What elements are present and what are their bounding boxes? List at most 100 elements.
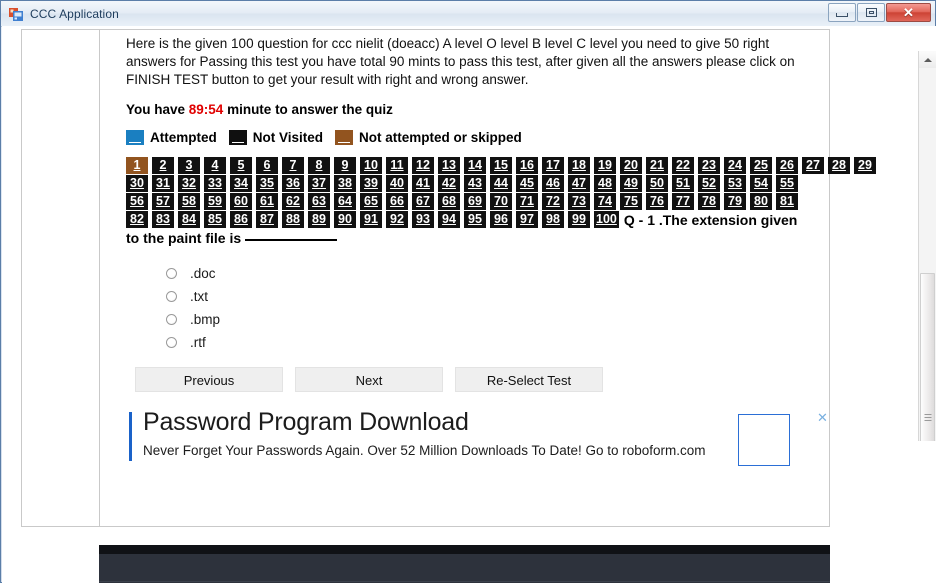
radio-button-doc[interactable] bbox=[166, 268, 177, 279]
ad-close-icon[interactable]: ✕ bbox=[817, 411, 828, 424]
question-number-2[interactable]: 2 bbox=[152, 157, 174, 174]
question-number-88[interactable]: 88 bbox=[282, 211, 304, 228]
question-number-66[interactable]: 66 bbox=[386, 193, 408, 210]
question-number-27[interactable]: 27 bbox=[802, 157, 824, 174]
question-number-31[interactable]: 31 bbox=[152, 175, 174, 192]
scroll-up-button[interactable] bbox=[919, 51, 936, 68]
question-number-30[interactable]: 30 bbox=[126, 175, 148, 192]
option-row-2[interactable]: .txt bbox=[166, 285, 816, 308]
question-number-42[interactable]: 42 bbox=[438, 175, 460, 192]
question-number-90[interactable]: 90 bbox=[334, 211, 356, 228]
question-number-34[interactable]: 34 bbox=[230, 175, 252, 192]
question-number-64[interactable]: 64 bbox=[334, 193, 356, 210]
question-number-67[interactable]: 67 bbox=[412, 193, 434, 210]
question-number-6[interactable]: 6 bbox=[256, 157, 278, 174]
question-number-60[interactable]: 60 bbox=[230, 193, 252, 210]
question-number-62[interactable]: 62 bbox=[282, 193, 304, 210]
question-number-76[interactable]: 76 bbox=[646, 193, 668, 210]
question-number-9[interactable]: 9 bbox=[334, 157, 356, 174]
question-number-48[interactable]: 48 bbox=[594, 175, 616, 192]
question-number-35[interactable]: 35 bbox=[256, 175, 278, 192]
question-number-77[interactable]: 77 bbox=[672, 193, 694, 210]
question-number-97[interactable]: 97 bbox=[516, 211, 538, 228]
advertisement-banner[interactable]: Password Program Download Never Forget Y… bbox=[129, 408, 829, 475]
question-number-40[interactable]: 40 bbox=[386, 175, 408, 192]
question-number-71[interactable]: 71 bbox=[516, 193, 538, 210]
radio-button-bmp[interactable] bbox=[166, 314, 177, 325]
option-row-3[interactable]: .bmp bbox=[166, 308, 816, 331]
question-number-28[interactable]: 28 bbox=[828, 157, 850, 174]
question-number-59[interactable]: 59 bbox=[204, 193, 226, 210]
question-number-84[interactable]: 84 bbox=[178, 211, 200, 228]
option-row-1[interactable]: .doc bbox=[166, 262, 816, 285]
question-number-8[interactable]: 8 bbox=[308, 157, 330, 174]
question-number-74[interactable]: 74 bbox=[594, 193, 616, 210]
radio-button-txt[interactable] bbox=[166, 291, 177, 302]
question-number-61[interactable]: 61 bbox=[256, 193, 278, 210]
question-number-75[interactable]: 75 bbox=[620, 193, 642, 210]
question-number-47[interactable]: 47 bbox=[568, 175, 590, 192]
question-number-15[interactable]: 15 bbox=[490, 157, 512, 174]
question-number-43[interactable]: 43 bbox=[464, 175, 486, 192]
question-number-86[interactable]: 86 bbox=[230, 211, 252, 228]
question-number-85[interactable]: 85 bbox=[204, 211, 226, 228]
question-number-95[interactable]: 95 bbox=[464, 211, 486, 228]
question-number-38[interactable]: 38 bbox=[334, 175, 356, 192]
question-number-63[interactable]: 63 bbox=[308, 193, 330, 210]
question-number-100[interactable]: 100 bbox=[594, 211, 619, 228]
question-number-18[interactable]: 18 bbox=[568, 157, 590, 174]
question-number-54[interactable]: 54 bbox=[750, 175, 772, 192]
question-number-45[interactable]: 45 bbox=[516, 175, 538, 192]
question-number-52[interactable]: 52 bbox=[698, 175, 720, 192]
close-button[interactable]: ✕ bbox=[886, 3, 931, 22]
question-number-50[interactable]: 50 bbox=[646, 175, 668, 192]
question-number-70[interactable]: 70 bbox=[490, 193, 512, 210]
question-number-23[interactable]: 23 bbox=[698, 157, 720, 174]
scrollbar-track[interactable] bbox=[919, 68, 936, 458]
question-number-20[interactable]: 20 bbox=[620, 157, 642, 174]
question-number-56[interactable]: 56 bbox=[126, 193, 148, 210]
question-number-1[interactable]: 1 bbox=[126, 157, 148, 174]
question-number-32[interactable]: 32 bbox=[178, 175, 200, 192]
question-number-7[interactable]: 7 bbox=[282, 157, 304, 174]
question-number-33[interactable]: 33 bbox=[204, 175, 226, 192]
question-number-21[interactable]: 21 bbox=[646, 157, 668, 174]
previous-button[interactable]: Previous bbox=[135, 367, 283, 392]
question-number-26[interactable]: 26 bbox=[776, 157, 798, 174]
question-number-53[interactable]: 53 bbox=[724, 175, 746, 192]
question-number-44[interactable]: 44 bbox=[490, 175, 512, 192]
option-row-4[interactable]: .rtf bbox=[166, 331, 816, 354]
question-number-69[interactable]: 69 bbox=[464, 193, 486, 210]
question-number-10[interactable]: 10 bbox=[360, 157, 382, 174]
question-number-3[interactable]: 3 bbox=[178, 157, 200, 174]
question-number-12[interactable]: 12 bbox=[412, 157, 434, 174]
question-number-25[interactable]: 25 bbox=[750, 157, 772, 174]
ad-image-placeholder[interactable] bbox=[738, 414, 790, 466]
question-number-68[interactable]: 68 bbox=[438, 193, 460, 210]
question-number-89[interactable]: 89 bbox=[308, 211, 330, 228]
question-number-91[interactable]: 91 bbox=[360, 211, 382, 228]
question-number-36[interactable]: 36 bbox=[282, 175, 304, 192]
question-number-4[interactable]: 4 bbox=[204, 157, 226, 174]
question-number-82[interactable]: 82 bbox=[126, 211, 148, 228]
question-number-80[interactable]: 80 bbox=[750, 193, 772, 210]
question-number-16[interactable]: 16 bbox=[516, 157, 538, 174]
question-number-14[interactable]: 14 bbox=[464, 157, 486, 174]
question-number-5[interactable]: 5 bbox=[230, 157, 252, 174]
radio-button-rtf[interactable] bbox=[166, 337, 177, 348]
question-number-78[interactable]: 78 bbox=[698, 193, 720, 210]
question-number-41[interactable]: 41 bbox=[412, 175, 434, 192]
question-number-99[interactable]: 99 bbox=[568, 211, 590, 228]
question-number-79[interactable]: 79 bbox=[724, 193, 746, 210]
question-number-55[interactable]: 55 bbox=[776, 175, 798, 192]
question-number-51[interactable]: 51 bbox=[672, 175, 694, 192]
question-number-22[interactable]: 22 bbox=[672, 157, 694, 174]
next-button[interactable]: Next bbox=[295, 367, 443, 392]
question-number-24[interactable]: 24 bbox=[724, 157, 746, 174]
question-number-49[interactable]: 49 bbox=[620, 175, 642, 192]
question-number-73[interactable]: 73 bbox=[568, 193, 590, 210]
question-number-17[interactable]: 17 bbox=[542, 157, 564, 174]
scrollbar-thumb[interactable] bbox=[920, 273, 935, 458]
question-number-65[interactable]: 65 bbox=[360, 193, 382, 210]
question-number-83[interactable]: 83 bbox=[152, 211, 174, 228]
